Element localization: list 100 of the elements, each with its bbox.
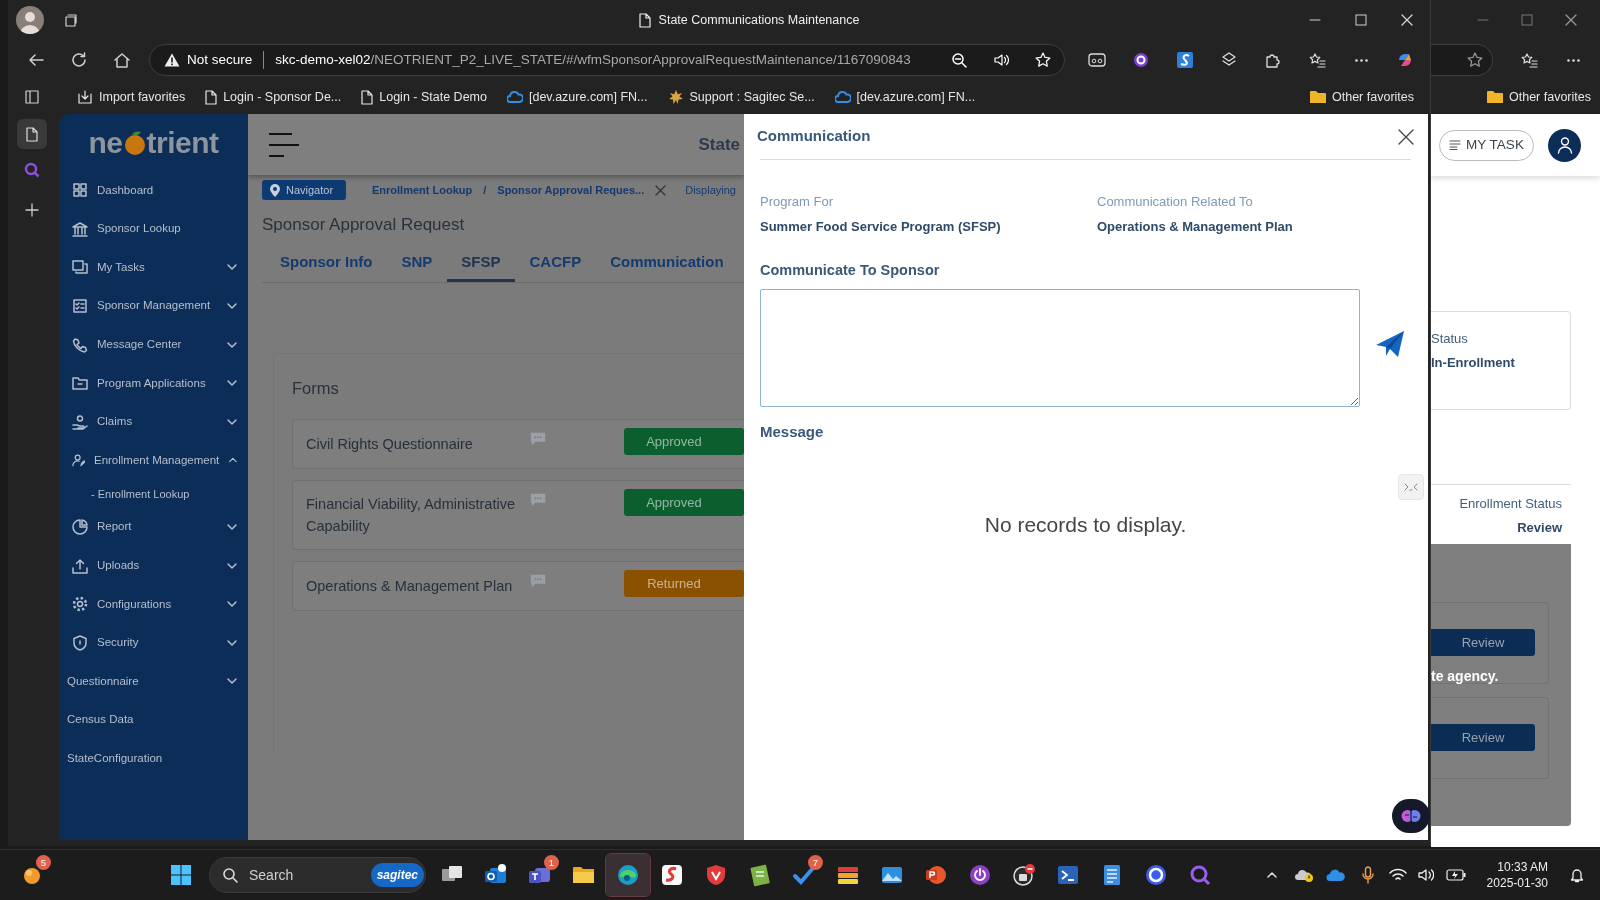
sidebar-item[interactable]: Dashboard: [59, 171, 248, 210]
bookmark-link[interactable]: Login - Sponsor De...: [199, 87, 348, 107]
field-value: Summer Food Service Program (SFSP): [760, 217, 1002, 236]
favorites-icon: [1308, 51, 1326, 69]
sidebar-item[interactable]: StateConfiguration: [59, 739, 248, 778]
sidebar-item[interactable]: Sponsor Management: [59, 286, 248, 326]
notification-badge: 1: [544, 855, 559, 870]
page-icon: [205, 89, 218, 105]
page-icon: [361, 89, 374, 105]
star-icon: [1034, 51, 1052, 69]
chevrons-icon: [1404, 482, 1418, 492]
panel-icon: [24, 89, 40, 105]
bookmark-link[interactable]: Import favorites: [71, 87, 192, 107]
ring-icon: [1144, 863, 1168, 887]
menu-button[interactable]: [269, 132, 301, 157]
sidebar-subitem[interactable]: - Enrollment Lookup: [59, 479, 248, 508]
notification-badge: 5: [36, 855, 51, 870]
form-name: Financial Viability, Administrative Capability: [305, 494, 516, 536]
sidebar-item[interactable]: Uploads: [59, 546, 248, 585]
status-badge[interactable]: Approved: [623, 427, 744, 455]
close-breadcrumb-button[interactable]: [655, 184, 667, 196]
assistant-button[interactable]: [1392, 799, 1430, 833]
my-task-button[interactable]: MY TASK: [1439, 129, 1534, 161]
tabs-icon: [63, 12, 79, 28]
windows-icon: [171, 865, 191, 885]
shield-icon: [72, 634, 88, 651]
zoom-out-icon: [950, 51, 968, 69]
user-avatar[interactable]: [1548, 128, 1581, 162]
user-edit-icon: [72, 452, 85, 469]
warning-icon: [164, 52, 180, 68]
upload-icon: [72, 557, 88, 574]
brand-logo: sagitec: [370, 863, 424, 887]
page-icon: [25, 126, 38, 142]
field-value: In-Enrollment: [1431, 353, 1516, 372]
maximize-icon: [1355, 14, 1367, 26]
bookmark-link[interactable]: Login - State Demo: [355, 87, 493, 107]
phone-icon: [72, 336, 88, 353]
sidebar-item[interactable]: Census Data: [59, 700, 248, 740]
close-icon: [1401, 14, 1413, 26]
sidebar-item[interactable]: My Tasks: [59, 248, 248, 287]
field-value: Review: [1516, 518, 1562, 537]
bookmark-link[interactable]: [dev.azure.com] FN...: [500, 87, 654, 107]
field-value: Operations & Management Plan: [1097, 217, 1294, 236]
sidebar-item[interactable]: Configurations: [59, 584, 248, 624]
clock-button[interactable]: 10:33 AM 2025-01-30: [1486, 859, 1548, 891]
sidebar-item[interactable]: Questionnaire: [59, 662, 248, 701]
folder-icon: [1487, 90, 1503, 104]
sidebar-item[interactable]: Sponsor Lookup: [59, 209, 248, 249]
review-button[interactable]: Review: [1431, 629, 1535, 656]
address-bar[interactable]: Not secure skc-demo-xel02/NEOTRIENT_P2_LIVE_STATE/#/wfmSponsorApprovalRequestMaintenance/1167090843: [149, 44, 1065, 76]
brain-icon: [1401, 807, 1421, 825]
magnifier-icon: [23, 162, 40, 178]
bank-icon: [72, 220, 88, 237]
battery-icon: [1445, 869, 1466, 881]
sidebar-item[interactable]: Message Center: [59, 325, 248, 364]
sidebar-item[interactable]: Report: [59, 507, 248, 547]
form-name: Civil Rights Questionnaire: [305, 434, 474, 454]
search-field[interactable]: Search: [247, 863, 357, 887]
plus-icon: [24, 203, 39, 217]
date-text: 2025-01-30: [1486, 875, 1548, 891]
list-icon: [1449, 140, 1462, 150]
time-text: 10:33 AM: [1497, 859, 1548, 875]
sidebar-item[interactable]: Security: [59, 623, 248, 663]
profile-avatar[interactable]: [16, 6, 44, 34]
home-icon: [113, 51, 131, 69]
sidebar-toggle[interactable]: [23, 88, 41, 106]
browser-icon: [616, 863, 640, 887]
form-name: Operations & Management Plan: [305, 576, 514, 596]
import-icon: [77, 89, 93, 105]
navigator-button[interactable]: Navigator: [262, 180, 346, 200]
status-text: Displaying: [685, 182, 736, 198]
vertical-tab[interactable]: [16, 119, 47, 149]
field-label: Communicate To Sponsor: [760, 261, 941, 280]
ring-icon: [1132, 51, 1150, 69]
bookmark-folder[interactable]: Other favorites: [1304, 87, 1420, 107]
review-button[interactable]: Review: [1431, 724, 1535, 751]
wave-icon: [1176, 51, 1194, 69]
bell-icon: [1569, 867, 1585, 883]
comment-icon: [529, 430, 546, 447]
send-icon: [1375, 330, 1405, 359]
taskbar-app[interactable]: [606, 854, 650, 896]
empty-message: No records to display.: [983, 512, 1188, 539]
status-badge[interactable]: Approved: [623, 488, 744, 516]
send-button[interactable]: [1375, 330, 1405, 359]
sidebar-item[interactable]: Program Applications: [59, 363, 248, 403]
message-input[interactable]: [760, 288, 1360, 407]
bookmark-link[interactable]: Support : Sagitec Se...: [661, 87, 821, 107]
sidebar-item[interactable]: Enrollment Management: [59, 441, 248, 480]
back-icon: [27, 51, 45, 69]
side-handle[interactable]: [1398, 474, 1424, 500]
slides-icon: [924, 863, 948, 887]
bookmark-link[interactable]: [dev.azure.com] FN...: [828, 87, 982, 107]
search-box[interactable]: Search sagitec: [209, 857, 426, 893]
pie-chart-icon: [72, 519, 88, 536]
bookmark-folder[interactable]: Other favorites: [1481, 87, 1597, 107]
field-label: Program For: [760, 193, 834, 211]
sidebar-item[interactable]: Claims: [59, 402, 248, 442]
swirl-icon: [1396, 51, 1414, 69]
close-icon: [655, 184, 667, 196]
hand-icon: [72, 413, 88, 430]
